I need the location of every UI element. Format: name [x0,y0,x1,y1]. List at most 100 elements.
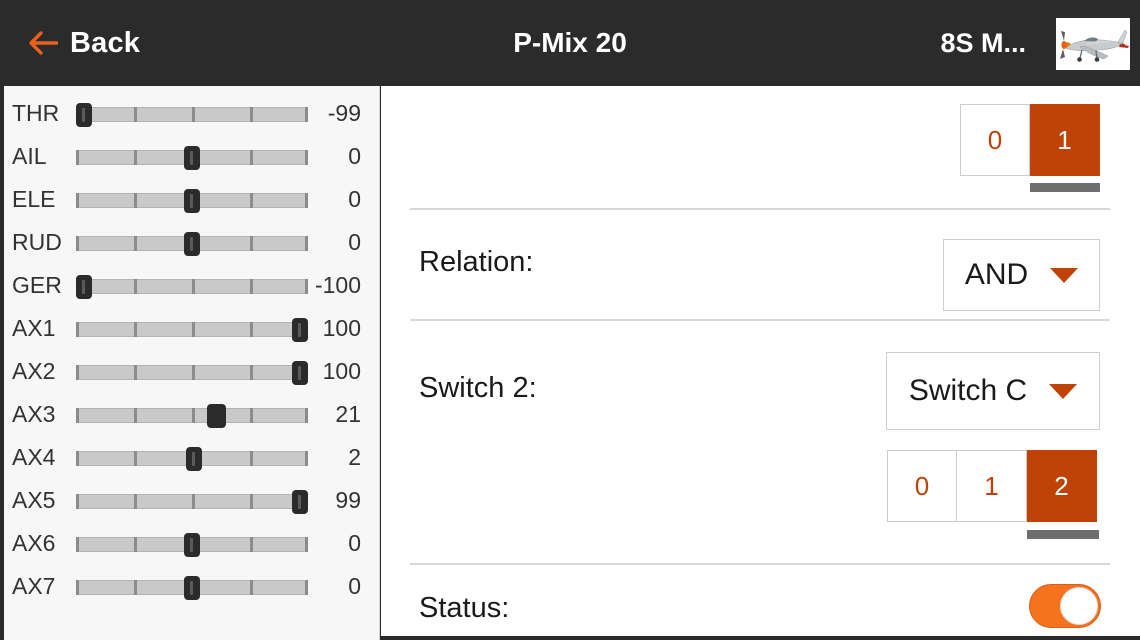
slider-tick [76,364,79,380]
slider-tick [250,192,253,208]
channel-label: AX1 [12,315,56,341]
channel-slider [76,102,308,127]
channel-value: 0 [348,186,361,212]
slider-tick [192,321,195,337]
relation-dropdown[interactable]: AND [943,239,1100,311]
slider-tick [250,450,253,466]
slider-tick [305,536,308,552]
channel-label: AX7 [12,573,56,599]
slider-thumb [292,317,308,342]
channel-value: 0 [348,143,361,169]
slider-thumb [292,489,308,514]
slider-tick [192,493,195,509]
channel-label: AIL [12,143,47,169]
switch2-value: Switch C [908,374,1028,407]
slider-thumb [292,360,308,385]
switch1-position-option-1[interactable]: 1 [1030,104,1100,176]
toggle-knob [1060,587,1098,625]
slider-tick [134,235,137,251]
slider-tick [305,579,308,595]
slider-tick [250,278,253,294]
model-name-label[interactable]: 8S M... [940,28,1026,59]
slider-tick [250,235,253,251]
slider-tick [134,106,137,122]
slider-tick [76,493,79,509]
slider-tick [305,192,308,208]
channel-monitor-sidebar: THR -99 AIL 0 ELE 0 RUD 0 GER -100 AX1 100 AX2 100 AX3… [0,86,380,640]
channel-row-ax1: AX1 100 [4,307,379,350]
slider-tick [134,321,137,337]
slider-tick [192,407,195,423]
slider-tick [250,149,253,165]
slider-tick [76,407,79,423]
divider-2 [410,319,1110,321]
channel-slider [76,575,308,600]
channel-label: GER [12,272,62,298]
channel-value: 0 [348,530,361,556]
switch2-position-selector[interactable]: 012 [887,450,1097,522]
slider-tick [134,278,137,294]
slider-thumb [186,446,203,471]
switch2-position-option-0[interactable]: 0 [887,450,957,522]
switch2-position-option-2[interactable]: 2 [1027,450,1097,522]
bottom-edge [381,636,1140,640]
slider-tick [134,407,137,423]
switch2-scroll-indicator[interactable] [1027,530,1099,539]
divider-3 [410,563,1110,565]
switch2-dropdown[interactable]: Switch C [886,352,1100,430]
slider-tick [192,364,195,380]
chevron-down-icon [1049,383,1078,399]
status-label: Status: [419,592,510,624]
channel-slider [76,274,308,299]
slider-thumb [76,102,92,127]
slider-tick [134,192,137,208]
channel-label: AX3 [12,401,56,427]
relation-value: AND [964,258,1029,291]
slider-tick [76,579,79,595]
channel-slider [76,489,308,514]
switch2-position-option-1[interactable]: 1 [957,450,1027,522]
channel-slider [76,446,308,471]
switch1-position-option-0[interactable]: 0 [960,104,1030,176]
channel-slider [76,317,308,342]
slider-tick [305,235,308,251]
channel-value: 0 [348,573,361,599]
airplane-thumbnail[interactable] [1056,18,1130,70]
slider-tick [134,149,137,165]
slider-tick [192,278,195,294]
status-toggle[interactable] [1029,584,1101,628]
channel-value: 0 [348,229,361,255]
slider-tick [134,364,137,380]
slider-tick [250,493,253,509]
slider-tick [134,579,137,595]
channel-value: -100 [314,272,361,298]
switch1-scroll-indicator[interactable] [1030,183,1100,192]
relation-label: Relation: [419,246,534,278]
slider-thumb [184,231,200,256]
channel-value: 2 [348,444,361,470]
slider-tick [250,579,253,595]
slider-tick [76,235,79,251]
slider-tick [76,149,79,165]
slider-tick [76,536,79,552]
divider-1 [410,208,1110,210]
channel-label: THR [12,100,60,126]
channel-slider [76,360,308,385]
channel-row-ail: AIL 0 [4,135,379,178]
slider-tick [76,192,79,208]
channel-row-ger: GER -100 [4,264,379,307]
slider-tick [305,278,308,294]
channel-slider [76,403,308,428]
slider-tick [305,450,308,466]
switch1-position-selector[interactable]: 01 [960,104,1100,176]
channel-row-ele: ELE 0 [4,178,379,221]
channel-slider [76,188,308,213]
channel-row-ax7: AX7 0 [4,565,379,608]
channel-value: 100 [322,358,361,384]
slider-thumb [184,575,200,600]
slider-tick [76,450,79,466]
chevron-down-icon [1050,267,1079,283]
channel-row-ax5: AX5 99 [4,479,379,522]
slider-thumb [184,188,200,213]
channel-label: AX4 [12,444,56,470]
